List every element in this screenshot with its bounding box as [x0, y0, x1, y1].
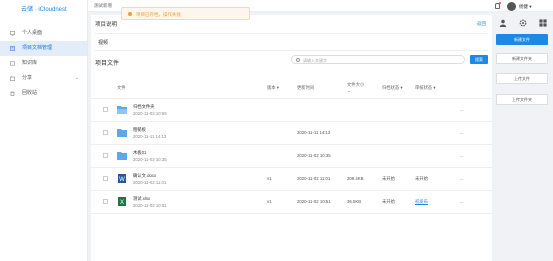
- search-icon: [296, 58, 300, 62]
- table-row[interactable]: W 确认文.docx 2020-11-02 11:01 v1 2020-11-0…: [91, 167, 492, 191]
- svg-text:W: W: [119, 177, 125, 183]
- search-input[interactable]: 请输入关键字: [291, 55, 465, 64]
- open-folder-icon: [117, 105, 127, 114]
- sidebar-item-knowledge[interactable]: 知识库: [0, 56, 87, 71]
- file-name[interactable]: 木板01: [133, 150, 146, 156]
- folder-icon: [117, 128, 127, 137]
- more-menu[interactable]: ...: [460, 167, 492, 191]
- sidebar-menu: 个人桌面 项目文档管理 知识库 分享 ⌄ 回收站: [0, 26, 87, 101]
- file-name[interactable]: 归档文件夹: [133, 104, 154, 110]
- search-button[interactable]: 搜索: [470, 55, 488, 64]
- svg-text:X: X: [120, 200, 124, 206]
- table-row[interactable]: X 测试.xlsx 2020-11-02 10:51 v1 2020-11-02…: [91, 190, 492, 214]
- upload-folder-button[interactable]: 上传文件夹: [496, 94, 548, 105]
- description-text: 视频: [98, 40, 109, 46]
- trash-icon: [10, 91, 15, 96]
- app-root: 云储 · iCloudnest 个人桌面 项目文档管理 知识库 分享 ⌄ 回收站…: [0, 0, 553, 261]
- file-name[interactable]: 测试.xlsx: [133, 196, 150, 202]
- sidebar-item-label: 回收站: [22, 90, 38, 96]
- sidebar-item-label: 项目文档管理: [22, 45, 53, 51]
- files-title: 项目文件: [95, 61, 120, 67]
- file-date: 2020-11-02 11:01: [133, 179, 167, 185]
- table-row[interactable]: 归档文件夹 2020-11-02 10:59 ...: [91, 98, 492, 122]
- chevron-down-icon: ⌄: [74, 75, 79, 81]
- username-dropdown[interactable]: 杨健 ▾: [519, 4, 532, 10]
- col-review[interactable]: 审核状态 ▾: [415, 78, 460, 99]
- upload-file-button[interactable]: 上传文件: [496, 73, 548, 84]
- sidebar: 云储 · iCloudnest 个人桌面 项目文档管理 知识库 分享 ⌄ 回收站: [0, 0, 88, 261]
- row-checkbox[interactable]: [103, 152, 108, 158]
- actions-panel: 新建文件 新建文件夹 上传文件 上传文件夹: [494, 15, 553, 261]
- col-archive[interactable]: 归档状态 ▾: [382, 78, 415, 99]
- row-checkbox[interactable]: [103, 198, 108, 204]
- sidebar-item-label: 分享: [22, 75, 33, 81]
- more-menu[interactable]: ...: [460, 190, 492, 214]
- toast-message: 项目已存档，操作失败: [136, 11, 181, 17]
- sidebar-item-share[interactable]: 分享 ⌄: [0, 71, 87, 86]
- col-file[interactable]: 文件: [117, 78, 267, 99]
- folder-icon: [117, 151, 127, 160]
- project-description: 视频: [95, 33, 488, 51]
- col-version[interactable]: 版本 ▾: [267, 78, 297, 99]
- document-icon: [10, 46, 15, 51]
- username: 杨健: [519, 3, 528, 9]
- file-table: 文件 版本 ▾ 更新时间 文件大小⌄ 归档状态 ▾ 审核状态 ▾ 归档文件夹: [91, 78, 492, 214]
- more-menu[interactable]: ...: [460, 98, 492, 122]
- new-folder-button[interactable]: 新建文件夹: [496, 53, 548, 64]
- share-icon: [10, 76, 15, 81]
- book-icon: [10, 61, 15, 66]
- sidebar-item-label: 知识库: [22, 60, 38, 66]
- more-menu[interactable]: ...: [460, 144, 492, 168]
- file-date: 2020-11-02 10:59: [133, 110, 167, 116]
- new-file-button[interactable]: 新建文件: [496, 34, 548, 45]
- row-checkbox[interactable]: [103, 106, 108, 112]
- panel-icon-bar: [499, 19, 549, 29]
- file-date: 2020-11-02 10:51: [133, 202, 167, 208]
- table-row[interactable]: 木板01 2020-11-02 10:35 2020-11-02 10:35 .…: [91, 144, 492, 168]
- breadcrumb[interactable]: 测试新增: [94, 3, 112, 9]
- avatar[interactable]: [507, 1, 516, 11]
- user-area: 杨健 ▾: [493, 0, 553, 12]
- back-link[interactable]: 返回: [477, 21, 486, 27]
- main-panel: 项目说明 返回 视频 项目文件 请输入关键字 搜索 文件 版本 ▾ 更新时间 文…: [91, 15, 492, 261]
- table-row[interactable]: 粗糙板 2020-11-11 14:13 2020-11-11 14:13 ..…: [91, 121, 492, 145]
- more-menu[interactable]: ...: [460, 121, 492, 145]
- word-file-icon: W: [118, 173, 126, 183]
- col-updated[interactable]: 更新时间: [297, 78, 347, 99]
- file-name[interactable]: 确认文.docx: [133, 173, 156, 179]
- search-placeholder: 请输入关键字: [303, 57, 327, 63]
- warning-icon: [128, 12, 132, 16]
- sidebar-item-project-docs[interactable]: 项目文档管理: [0, 41, 87, 56]
- sidebar-item-trash[interactable]: 回收站: [0, 86, 87, 101]
- sidebar-item-label: 个人桌面: [22, 30, 43, 36]
- grid-icon[interactable]: [539, 19, 547, 27]
- row-checkbox[interactable]: [103, 175, 108, 181]
- file-name[interactable]: 粗糙板: [133, 127, 146, 133]
- sidebar-item-desktop[interactable]: 个人桌面: [0, 26, 87, 41]
- section-title: 项目说明: [95, 22, 118, 28]
- desktop-icon: [10, 31, 15, 36]
- table-header: 文件 版本 ▾ 更新时间 文件大小 ⌄ 归档状态 ▾ 审核状态 ▾: [91, 78, 492, 99]
- review-status-link[interactable]: 初发布: [415, 199, 428, 204]
- user-icon[interactable]: [499, 19, 507, 27]
- file-date: 2020-11-11 14:13: [133, 133, 167, 139]
- app-logo[interactable]: 云储 · iCloudnest: [0, 0, 87, 20]
- file-date: 2020-11-02 10:35: [133, 156, 167, 162]
- col-size[interactable]: 文件大小 ⌄: [347, 78, 382, 99]
- row-checkbox[interactable]: [103, 129, 108, 135]
- notification-dot: [499, 2, 501, 4]
- excel-file-icon: X: [118, 196, 126, 206]
- warning-toast: 项目已存档，操作失败: [121, 7, 250, 20]
- gear-icon[interactable]: [519, 19, 527, 27]
